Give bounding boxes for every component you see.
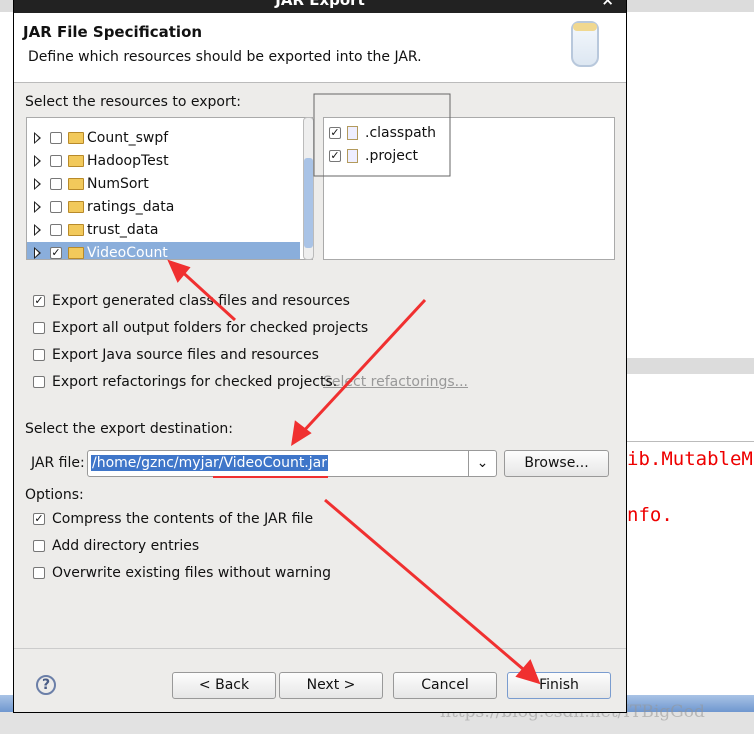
annotation-overlay <box>167 93 541 685</box>
annotation-arrow <box>324 498 531 677</box>
annotation-arrow <box>298 298 427 437</box>
annotation-arrow <box>176 266 237 322</box>
annotation-box <box>313 93 451 177</box>
arrow-head <box>167 259 191 283</box>
arrow-head <box>515 659 541 685</box>
